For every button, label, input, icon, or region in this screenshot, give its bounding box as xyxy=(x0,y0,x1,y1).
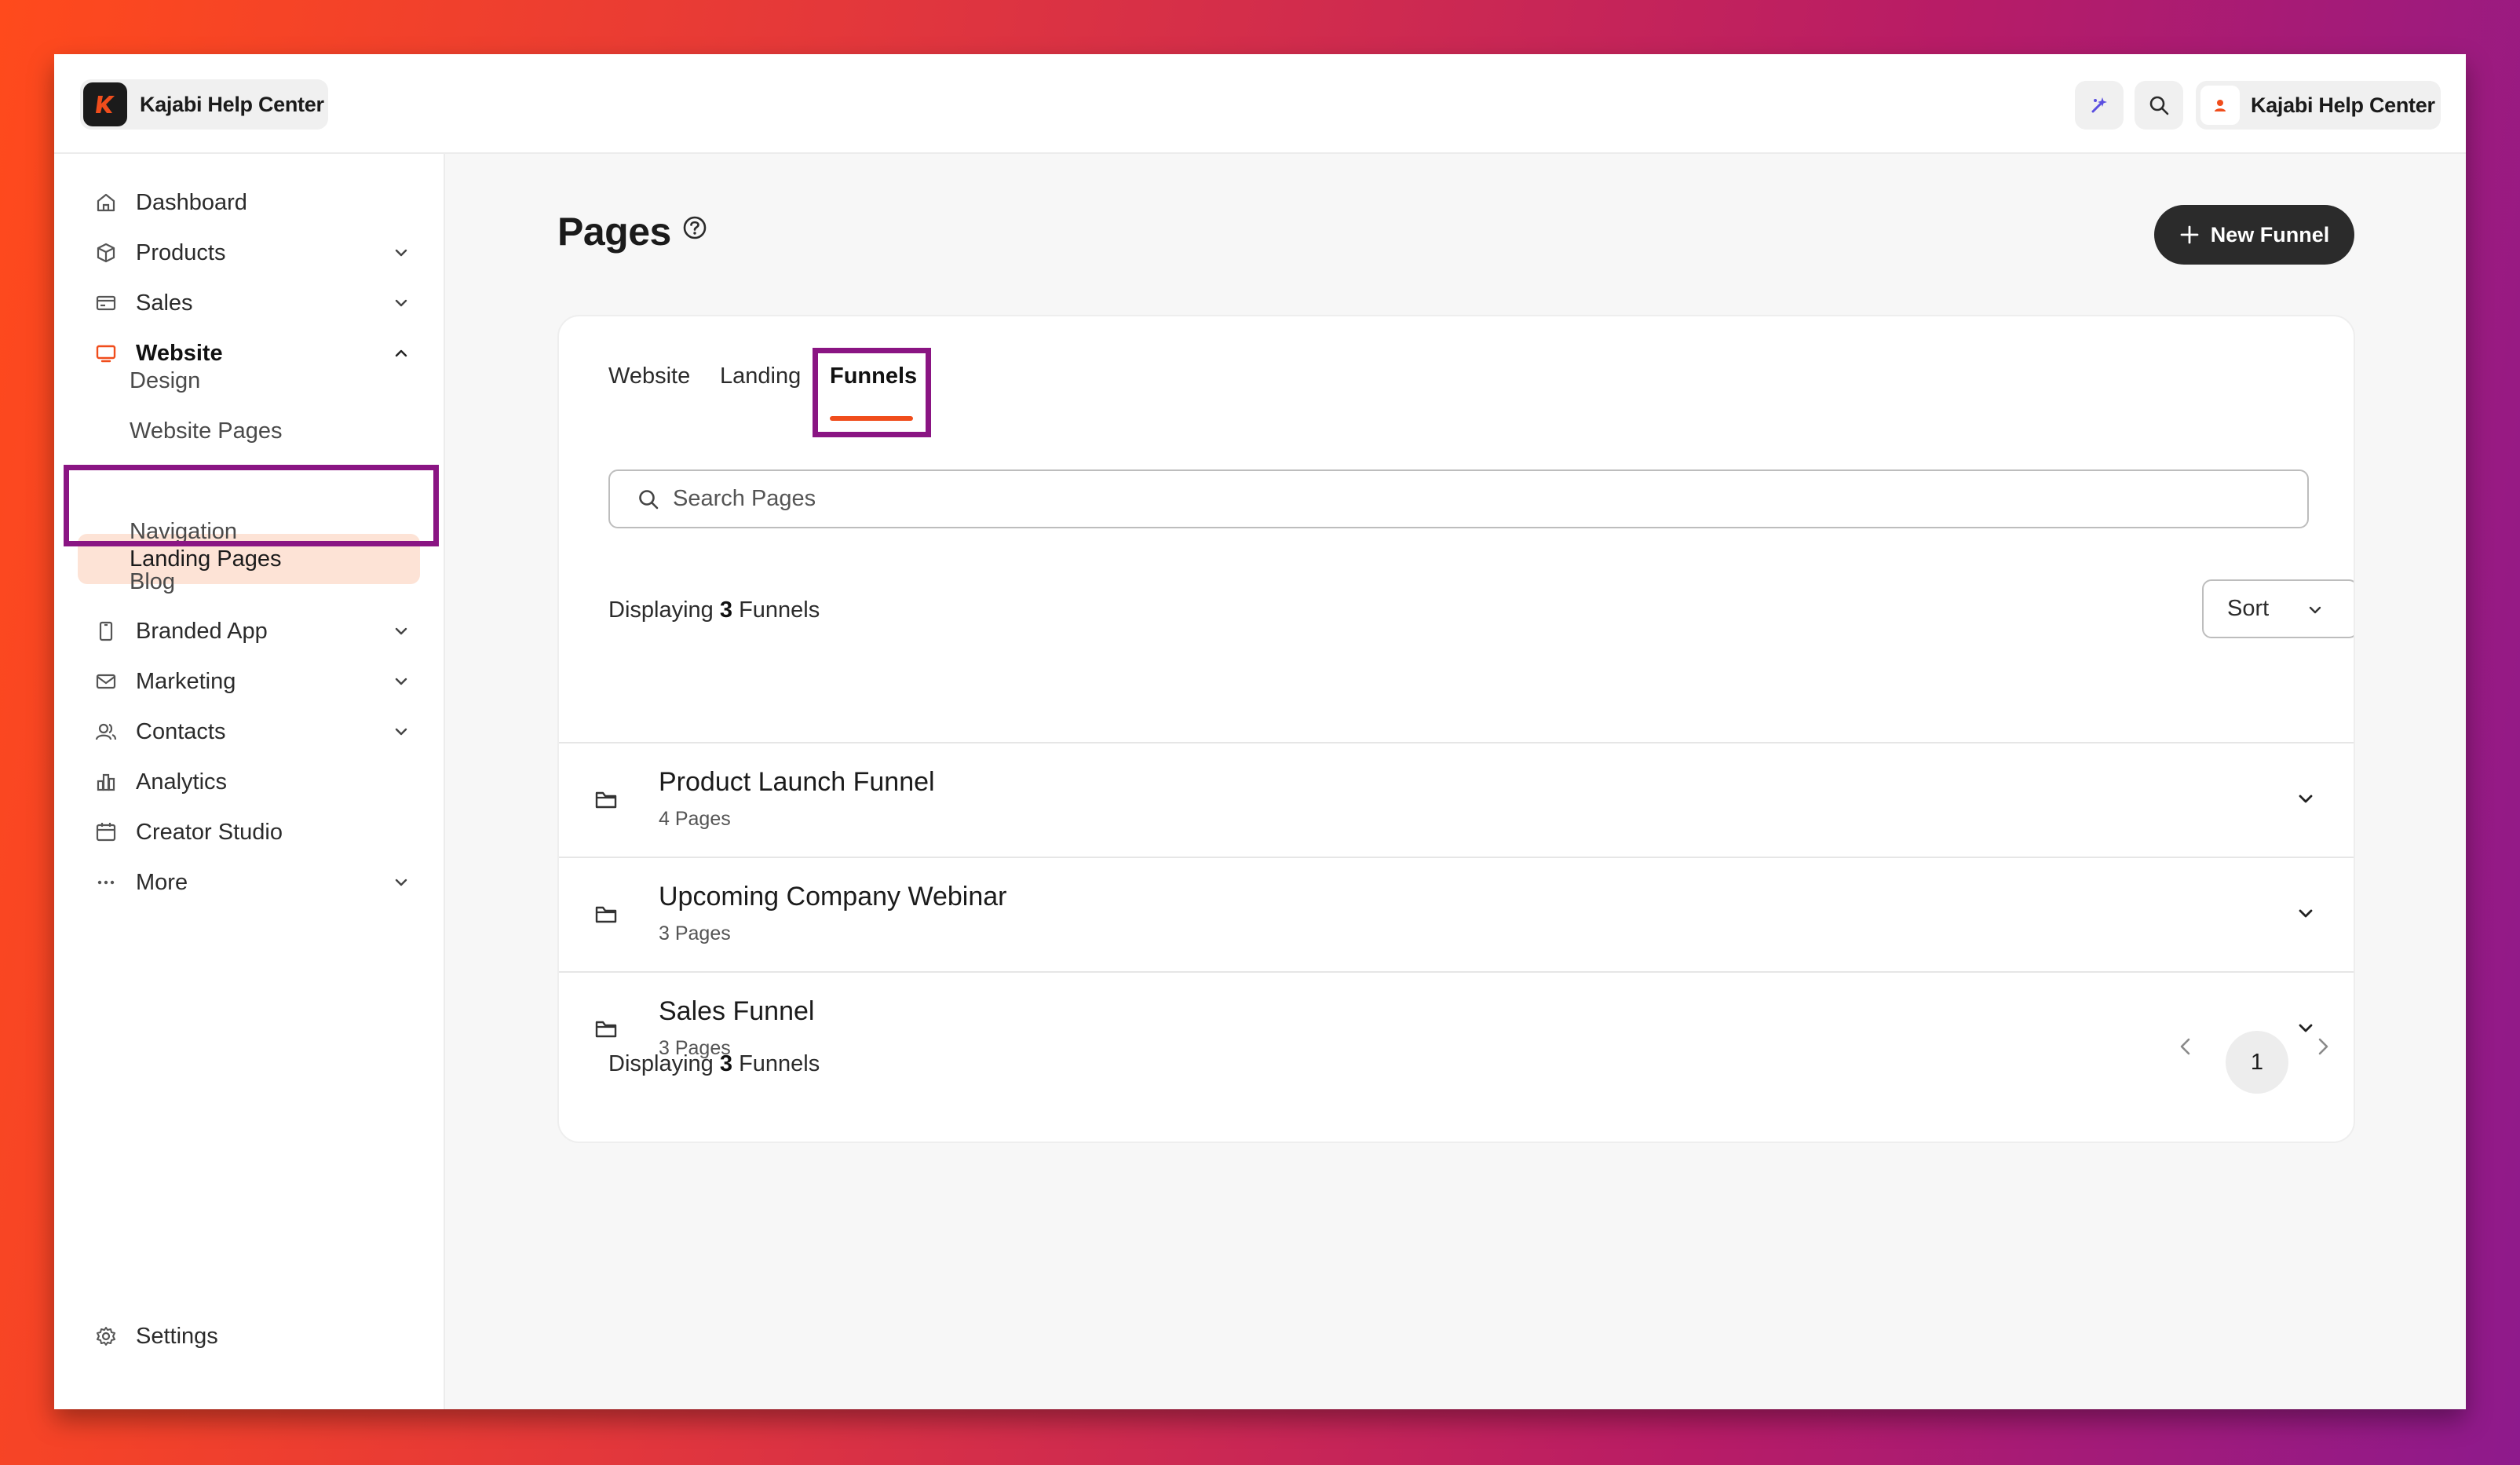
chevron-down-icon[interactable] xyxy=(387,239,415,267)
chevron-down-icon[interactable] xyxy=(387,667,415,696)
funnel-title[interactable]: Upcoming Company Webinar xyxy=(659,882,1006,912)
sidebar-item-label: Settings xyxy=(136,1323,218,1349)
displaying-count-bottom: Displaying 3 Funnels xyxy=(608,1051,820,1076)
chevron-up-icon[interactable] xyxy=(387,339,415,367)
chevron-down-icon[interactable] xyxy=(387,617,415,645)
displaying-count-top: Displaying 3 Funnels xyxy=(608,597,820,623)
search-icon xyxy=(2149,96,2169,115)
sidebar: Dashboard Products Sales Website Design … xyxy=(54,154,445,1409)
sidebar-item-settings[interactable]: Settings xyxy=(86,1314,415,1358)
app-window: Kajabi Help Center Kajabi Help Center Da… xyxy=(54,54,2466,1409)
table-row[interactable]: Product Launch Funnel 4 Pages xyxy=(559,743,2354,857)
sidebar-item-label: More xyxy=(136,869,188,895)
sidebar-item-more[interactable]: More xyxy=(86,860,415,904)
sidebar-item-marketing[interactable]: Marketing xyxy=(86,659,415,703)
sidebar-item-dashboard[interactable]: Dashboard xyxy=(86,181,415,225)
sort-dropdown[interactable]: Sort xyxy=(2202,579,2354,638)
chevron-left-icon[interactable] xyxy=(2173,1034,2198,1059)
search-input[interactable] xyxy=(673,486,2164,512)
sidebar-item-label: Creator Studio xyxy=(136,819,283,845)
search-icon xyxy=(639,489,659,509)
sidebar-item-label: Marketing xyxy=(136,668,236,694)
plus-icon xyxy=(2180,225,2199,244)
calendar-icon xyxy=(92,818,120,846)
funnel-page-count: 4 Pages xyxy=(659,808,731,830)
home-icon xyxy=(92,188,120,217)
new-funnel-label: New Funnel xyxy=(2210,222,2330,247)
sidebar-item-label: Contacts xyxy=(136,718,226,744)
sidebar-subitem-website-pages[interactable]: Website Pages xyxy=(130,411,283,451)
table-row[interactable]: Upcoming Company Webinar 3 Pages xyxy=(559,858,2354,971)
sidebar-item-label: Sales xyxy=(136,290,193,316)
top-bar: Kajabi Help Center Kajabi Help Center xyxy=(54,54,2466,154)
new-funnel-button[interactable]: New Funnel xyxy=(2154,205,2354,265)
monitor-icon xyxy=(92,339,120,367)
kajabi-logo-icon xyxy=(83,82,127,126)
users-icon xyxy=(92,718,120,746)
bar-chart-icon xyxy=(92,768,120,796)
chevron-right-icon[interactable] xyxy=(2310,1034,2336,1059)
funnel-title[interactable]: Sales Funnel xyxy=(659,996,814,1027)
funnel-page-count: 3 Pages xyxy=(659,922,731,944)
sidebar-item-sales[interactable]: Sales xyxy=(86,281,415,325)
funnels-card: Website Landing Funnels Displaying 3 Fun… xyxy=(557,315,2355,1143)
pagination-page[interactable]: 1 xyxy=(2226,1031,2288,1094)
search-button[interactable] xyxy=(2135,81,2183,130)
chevron-down-icon[interactable] xyxy=(387,289,415,317)
chevron-down-icon[interactable] xyxy=(2294,787,2317,811)
sidebar-item-analytics[interactable]: Analytics xyxy=(86,760,415,804)
sparkle-icon xyxy=(2091,97,2107,113)
tab-landing[interactable]: Landing xyxy=(720,364,801,395)
phone-icon xyxy=(92,617,120,645)
sidebar-item-label: Analytics xyxy=(136,769,228,795)
account-name: Kajabi Help Center xyxy=(2251,93,2435,117)
chevron-down-icon xyxy=(2309,606,2321,614)
sidebar-subitem-design[interactable]: Design xyxy=(130,361,200,400)
chevron-down-icon[interactable] xyxy=(2294,902,2317,926)
sidebar-item-creator-studio[interactable]: Creator Studio xyxy=(86,810,415,854)
chevron-down-icon[interactable] xyxy=(387,718,415,746)
credit-card-icon xyxy=(92,289,120,317)
sidebar-item-contacts[interactable]: Contacts xyxy=(86,710,415,754)
help-icon[interactable] xyxy=(681,214,708,241)
sidebar-subitem-blog[interactable]: Blog xyxy=(130,562,175,601)
sort-label: Sort xyxy=(2227,596,2270,621)
ai-assist-button[interactable] xyxy=(2075,81,2124,130)
active-tab-indicator xyxy=(830,416,913,421)
avatar xyxy=(2200,86,2240,125)
funnel-title[interactable]: Product Launch Funnel xyxy=(659,767,935,798)
site-switcher[interactable]: Kajabi Help Center xyxy=(80,79,328,130)
search-field[interactable] xyxy=(608,469,2309,528)
sidebar-item-label: Branded App xyxy=(136,618,268,644)
sidebar-subitem-navigation[interactable]: Navigation xyxy=(130,512,237,551)
user-icon xyxy=(2215,100,2226,111)
folder-icon xyxy=(595,1021,617,1038)
brand-name: Kajabi Help Center xyxy=(140,92,324,116)
folder-icon xyxy=(595,906,617,923)
mail-icon xyxy=(92,667,120,696)
gear-icon xyxy=(92,1322,120,1350)
folder-icon xyxy=(595,791,617,809)
dots-icon xyxy=(92,868,120,897)
sidebar-item-label: Products xyxy=(136,239,226,265)
sidebar-item-branded-app[interactable]: Branded App xyxy=(86,609,415,653)
account-menu[interactable]: Kajabi Help Center xyxy=(2196,81,2441,130)
table-row[interactable]: Sales Funnel 3 Pages xyxy=(559,973,2354,1086)
chevron-down-icon[interactable] xyxy=(387,868,415,897)
tab-funnels[interactable]: Funnels xyxy=(830,364,917,395)
box-icon xyxy=(92,239,120,267)
sidebar-item-products[interactable]: Products xyxy=(86,231,415,275)
sidebar-item-label: Dashboard xyxy=(136,189,247,215)
tab-website[interactable]: Website xyxy=(608,364,690,395)
page-title: Pages xyxy=(557,210,671,254)
